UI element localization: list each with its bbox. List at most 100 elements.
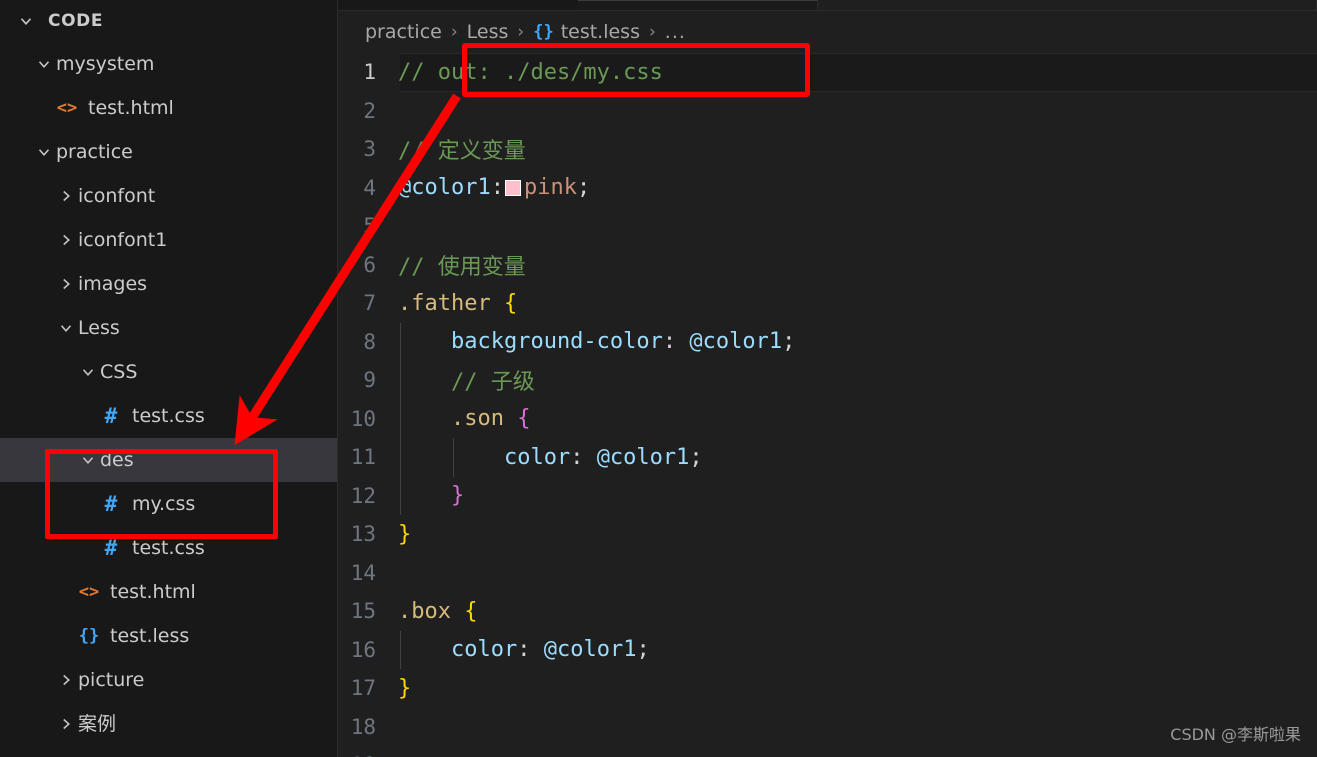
code-line[interactable]: 17} [338, 669, 1317, 708]
tree-item-test-css[interactable]: # test.css [0, 394, 338, 438]
tree-item-label: iconfont [78, 184, 156, 207]
watermark-text: CSDN @李斯啦果 [1170, 725, 1301, 744]
breadcrumb-separator-icon: › [450, 22, 458, 42]
chevron-down-icon[interactable] [76, 448, 100, 472]
chevron-right-icon[interactable] [54, 184, 78, 208]
tree-item-label: my.css [132, 492, 196, 515]
code-line[interactable]: 8 background-color: @color1; [338, 322, 1317, 361]
code-line[interactable]: 5 [338, 207, 1317, 246]
tree-item-des[interactable]: des [0, 438, 338, 482]
chevron-right-icon[interactable] [54, 712, 78, 736]
tree-item-test-html[interactable]: <> test.html [0, 86, 338, 130]
editor-tab-bar [338, 0, 1317, 11]
line-number: 6 [363, 252, 376, 277]
tab-bar-underline [338, 10, 1317, 11]
chevron-right-icon[interactable] [54, 668, 78, 692]
line-number: 16 [350, 637, 376, 662]
chevron-down-icon[interactable] [14, 9, 38, 33]
line-number: 12 [350, 483, 376, 508]
line-number: 4 [363, 175, 376, 200]
tree-item-label: test.html [110, 580, 196, 603]
code-text: } [398, 483, 465, 509]
code-line[interactable]: 9 // 子级 [338, 361, 1317, 400]
file-tree: mysystem <> test.html practice iconfont iconf… [0, 42, 338, 746]
line-number: 3 [363, 137, 376, 162]
line-number: 13 [350, 522, 376, 547]
code-line[interactable]: 14 [338, 554, 1317, 593]
line-number: 17 [350, 676, 376, 701]
tree-item-label: 案例 [78, 712, 117, 735]
tree-item-less[interactable]: Less [0, 306, 338, 350]
line-number: 18 [350, 714, 376, 739]
code-line[interactable]: 19 [338, 746, 1317, 757]
breadcrumb-item-folder-less[interactable]: Less [467, 21, 509, 43]
line-number: 15 [350, 599, 376, 624]
chevron-down-icon[interactable] [54, 316, 78, 340]
tree-item-test-less[interactable]: {} test.less [0, 614, 338, 658]
code-text: color: @color1; [398, 637, 650, 663]
tree-item-mysystem[interactable]: mysystem [0, 42, 338, 86]
code-text: // 使用变量 [398, 254, 526, 280]
tree-item-label: test.css [132, 536, 205, 559]
chevron-right-icon[interactable] [54, 272, 78, 296]
code-editor-content[interactable]: 1 // out: ./des/my.css 2 3 // 定义变量 4 @color1: p… [338, 53, 1317, 757]
tree-item-label: iconfont1 [78, 228, 168, 251]
code-line[interactable]: 10 .son { [338, 399, 1317, 438]
tree-item-picture[interactable]: picture [0, 658, 338, 702]
chevron-right-icon[interactable] [54, 228, 78, 252]
tree-item--[interactable]: 案例 [0, 702, 338, 746]
chevron-down-icon[interactable] [32, 52, 56, 76]
less-file-icon: {} [533, 22, 554, 42]
editor-pane: practice › Less › {} test.less › ... 1 //… [338, 0, 1317, 757]
code-line[interactable]: 15 .box { [338, 592, 1317, 631]
breadcrumb-item-file-testless[interactable]: test.less [561, 21, 640, 43]
css-file-icon: # [104, 404, 118, 428]
line-number: 14 [350, 560, 376, 585]
tree-item-test-css[interactable]: # test.css [0, 526, 338, 570]
line-number: 2 [363, 98, 376, 123]
line-number: 7 [363, 291, 376, 316]
vscode-window: CODE mysystem <> test.html practice iconfont… [0, 0, 1317, 757]
tree-item-practice[interactable]: practice [0, 130, 338, 174]
code-line[interactable]: 6 // 使用变量 [338, 246, 1317, 285]
tree-item-label: test.css [132, 404, 205, 427]
code-line[interactable]: 12 } [338, 476, 1317, 515]
tree-item-iconfont1[interactable]: iconfont1 [0, 218, 338, 262]
html-file-icon: <> [56, 98, 78, 118]
breadcrumb-separator-icon: › [648, 22, 656, 42]
chevron-down-icon[interactable] [32, 140, 56, 164]
code-text: background-color: @color1; [398, 329, 796, 355]
code-line[interactable]: 7 .father { [338, 284, 1317, 323]
explorer-sidebar: CODE mysystem <> test.html practice iconfont… [0, 0, 338, 757]
chevron-down-icon[interactable] [76, 360, 100, 384]
code-line[interactable]: 3 // 定义变量 [338, 130, 1317, 169]
code-text: // 定义变量 [398, 139, 526, 165]
tree-item-my-css[interactable]: # my.css [0, 482, 338, 526]
code-line[interactable]: 16 color: @color1; [338, 630, 1317, 669]
tree-item-css[interactable]: CSS [0, 350, 338, 394]
code-text: color: @color1; [398, 444, 703, 470]
tree-item-iconfont[interactable]: iconfont [0, 174, 338, 218]
code-line[interactable]: 1 // out: ./des/my.css [338, 53, 1317, 92]
line-number: 10 [350, 406, 376, 431]
code-line[interactable]: 11 color: @color1; [338, 438, 1317, 477]
line-number: 5 [363, 214, 376, 239]
code-text: // out: ./des/my.css [398, 59, 663, 85]
tree-item-label: test.html [88, 96, 174, 119]
breadcrumb-item-folder-practice[interactable]: practice [365, 21, 442, 43]
breadcrumb-symbol-ellipsis[interactable]: ... [665, 21, 686, 43]
tree-item-label: mysystem [56, 52, 155, 75]
code-line[interactable]: 2 [338, 92, 1317, 131]
tree-item-label: CSS [100, 360, 138, 383]
code-text: // 子级 [398, 370, 535, 396]
tree-item-images[interactable]: images [0, 262, 338, 306]
explorer-section-header[interactable]: CODE [0, 0, 338, 42]
tree-item-label: des [100, 448, 134, 471]
color-swatch-icon[interactable] [504, 180, 521, 197]
code-line[interactable]: 13} [338, 515, 1317, 554]
line-number: 1 [363, 60, 376, 85]
code-line[interactable]: 4 @color1: pink; [338, 169, 1317, 208]
tree-item-test-html[interactable]: <> test.html [0, 570, 338, 614]
code-text: .son { [398, 406, 531, 432]
code-text: } [398, 675, 412, 701]
